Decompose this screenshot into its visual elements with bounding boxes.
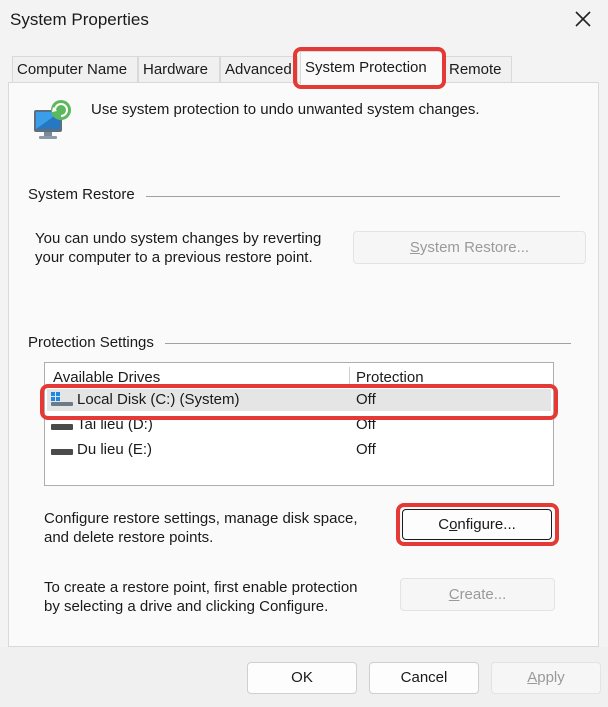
tab-system-protection[interactable]: System Protection [300,51,444,84]
system-protection-icon [28,96,76,144]
drive-protection-status: Off [356,416,376,433]
drive-icon [51,444,73,455]
cancel-button[interactable]: Cancel [369,662,479,694]
table-row[interactable]: Du lieu (E:) Off [47,439,551,461]
system-drive-icon [51,391,73,407]
create-button[interactable]: Create... [400,578,555,611]
protection-settings-divider [165,343,571,344]
protection-settings-heading: Protection Settings [28,334,158,351]
column-header-protection[interactable]: Protection [356,369,424,386]
tab-hardware[interactable]: Hardware [138,56,220,82]
close-button[interactable] [570,6,596,32]
drive-name: Du lieu (E:) [77,441,153,458]
ok-button[interactable]: OK [247,662,357,694]
system-restore-desc-2: your computer to a previous restore poin… [35,249,313,266]
configure-button[interactable]: Configure... [402,509,552,540]
table-row[interactable]: Local Disk (C:) (System) Off [47,389,551,411]
system-restore-button[interactable]: System Restore... [353,231,586,264]
system-restore-divider [146,196,560,197]
drive-name: Local Disk (C:) (System) [77,391,240,408]
create-desc-2: by selecting a drive and clicking Config… [44,598,329,615]
system-restore-heading: System Restore [28,186,139,203]
drive-protection-status: Off [356,391,376,408]
close-icon [575,11,591,27]
column-separator [349,367,350,387]
apply-button[interactable]: Apply [491,662,601,694]
system-restore-desc-1: You can undo system changes by reverting [35,230,322,247]
tab-computer-name[interactable]: Computer Name [12,56,138,82]
drive-name: Tai lieu (D:) [77,416,153,433]
tab-advanced[interactable]: Advanced [220,56,298,82]
window-title: System Properties [10,10,149,29]
drives-list[interactable]: Available Drives Protection Local Disk (… [44,362,554,486]
table-row[interactable]: Tai lieu (D:) Off [47,414,551,436]
column-header-drives[interactable]: Available Drives [53,369,160,386]
drive-protection-status: Off [356,441,376,458]
configure-desc-2: and delete restore points. [44,529,214,546]
tab-remote[interactable]: Remote [444,56,512,82]
create-desc-1: To create a restore point, first enable … [44,579,358,596]
intro-text: Use system protection to undo unwanted s… [91,101,480,118]
drive-icon [51,419,73,430]
configure-desc-1: Configure restore settings, manage disk … [44,510,358,527]
